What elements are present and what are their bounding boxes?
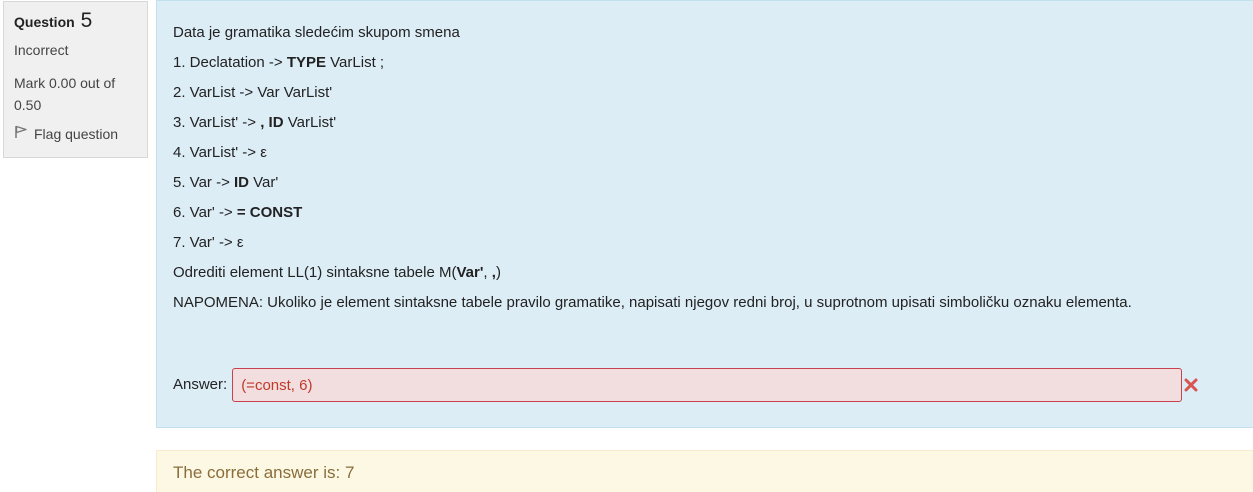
question-task: Odrediti element LL(1) sintaksne tabele … xyxy=(173,264,501,281)
incorrect-x-icon xyxy=(1183,377,1199,393)
flag-question-link[interactable]: Flag question xyxy=(14,125,137,142)
grammar-rule-3: 3. VarList' -> , ID VarList' xyxy=(173,114,337,131)
grammar-rule-7: 7. Var' -> ε xyxy=(173,234,244,251)
question-number-heading: Question 5 xyxy=(14,10,137,33)
grammar-rule-4: 4. VarList' -> ε xyxy=(173,144,267,161)
feedback-box: The correct answer is: 7 xyxy=(156,450,1253,492)
answer-input[interactable] xyxy=(232,368,1183,402)
flag-icon xyxy=(14,125,34,142)
answer-row: Answer: xyxy=(173,368,1199,402)
grammar-rule-5: 5. Var -> ID Var' xyxy=(173,174,279,191)
answer-label: Answer: xyxy=(173,376,228,393)
question-state: Incorrect xyxy=(14,42,69,58)
grammar-rule-2: 2. VarList -> Var VarList' xyxy=(173,84,333,101)
question-formulation: Data je gramatika sledećim skupom smena … xyxy=(156,0,1253,428)
question-info-panel: Question 5 Incorrect Mark 0.00 out of 0.… xyxy=(3,1,148,158)
grammar-rule-1: 1. Declatation -> TYPE VarList ; xyxy=(173,54,385,71)
question-grade: Mark 0.00 out of 0.50 xyxy=(14,75,116,113)
flag-question-label: Flag question xyxy=(34,125,119,142)
question-intro: Data je gramatika sledećim skupom smena xyxy=(173,24,460,41)
question-number: 5 xyxy=(80,9,93,32)
question-note: NAPOMENA: Ukoliko je element sintaksne t… xyxy=(173,294,1132,311)
question-page: Question 5 Incorrect Mark 0.00 out of 0.… xyxy=(0,0,1253,492)
correct-answer-text: The correct answer is: 7 xyxy=(173,463,355,482)
grammar-rule-6: 6. Var' -> = CONST xyxy=(173,204,303,221)
question-text: Data je gramatika sledećim skupom smena … xyxy=(173,18,1237,318)
question-label: Question xyxy=(14,14,75,30)
